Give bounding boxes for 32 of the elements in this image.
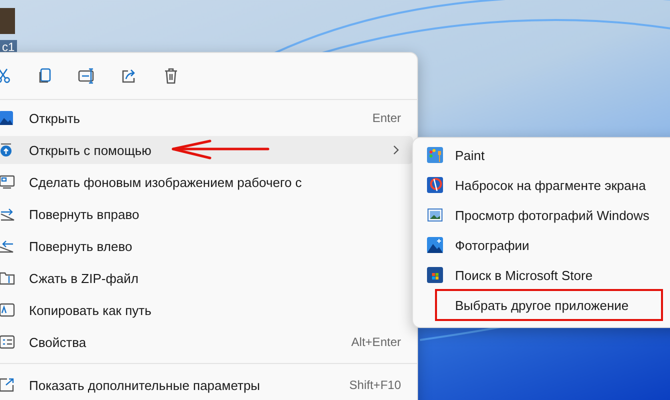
menu-item[interactable]: Повернуть влево bbox=[0, 232, 413, 260]
open-with-icon bbox=[0, 143, 13, 157]
menu-item[interactable]: Свойства Alt+Enter bbox=[0, 328, 413, 356]
menu-item[interactable]: Открыть Enter bbox=[0, 104, 413, 132]
submenu-item[interactable]: Просмотр фотографий Windows bbox=[423, 201, 670, 229]
submenu-item[interactable]: Набросок на фрагменте экрана bbox=[423, 171, 670, 199]
paint-palette-icon bbox=[427, 147, 443, 163]
photo-placeholder bbox=[0, 8, 15, 34]
path-icon bbox=[0, 303, 15, 317]
zip-folder-icon bbox=[0, 271, 15, 285]
monitor-icon bbox=[0, 175, 15, 189]
menu-item[interactable]: Сделать фоновым изображением рабочего с bbox=[0, 168, 413, 196]
store-bag-icon bbox=[427, 267, 443, 283]
rotate-left-icon bbox=[0, 239, 15, 253]
photo-viewer-icon bbox=[427, 207, 443, 223]
photos-icon bbox=[427, 237, 443, 253]
menu-item[interactable]: Открыть с помощью bbox=[0, 136, 413, 164]
submenu-item[interactable]: Выбрать другое приложение bbox=[437, 291, 661, 319]
shortcut-text: Enter bbox=[372, 111, 401, 125]
submenu-item[interactable]: Paint bbox=[423, 141, 670, 169]
rotate-right-icon bbox=[0, 207, 15, 221]
snipping-tool-icon bbox=[427, 177, 443, 193]
submenu-item[interactable]: Поиск в Microsoft Store bbox=[423, 261, 670, 289]
shortcut-text: Shift+F10 bbox=[349, 378, 401, 392]
menu-item[interactable]: Копировать как путь bbox=[0, 296, 413, 324]
menu-item[interactable]: Повернуть вправо bbox=[0, 200, 413, 228]
submenu-item[interactable]: Фотографии bbox=[423, 231, 670, 259]
properties-icon bbox=[0, 335, 15, 349]
menu-item[interactable]: Показать дополнительные параметры Shift+F10 bbox=[0, 371, 413, 399]
menu-item[interactable]: Сжать в ZIP-файл bbox=[0, 264, 413, 292]
shortcut-text: Alt+Enter bbox=[351, 335, 401, 349]
image-icon bbox=[0, 111, 13, 125]
